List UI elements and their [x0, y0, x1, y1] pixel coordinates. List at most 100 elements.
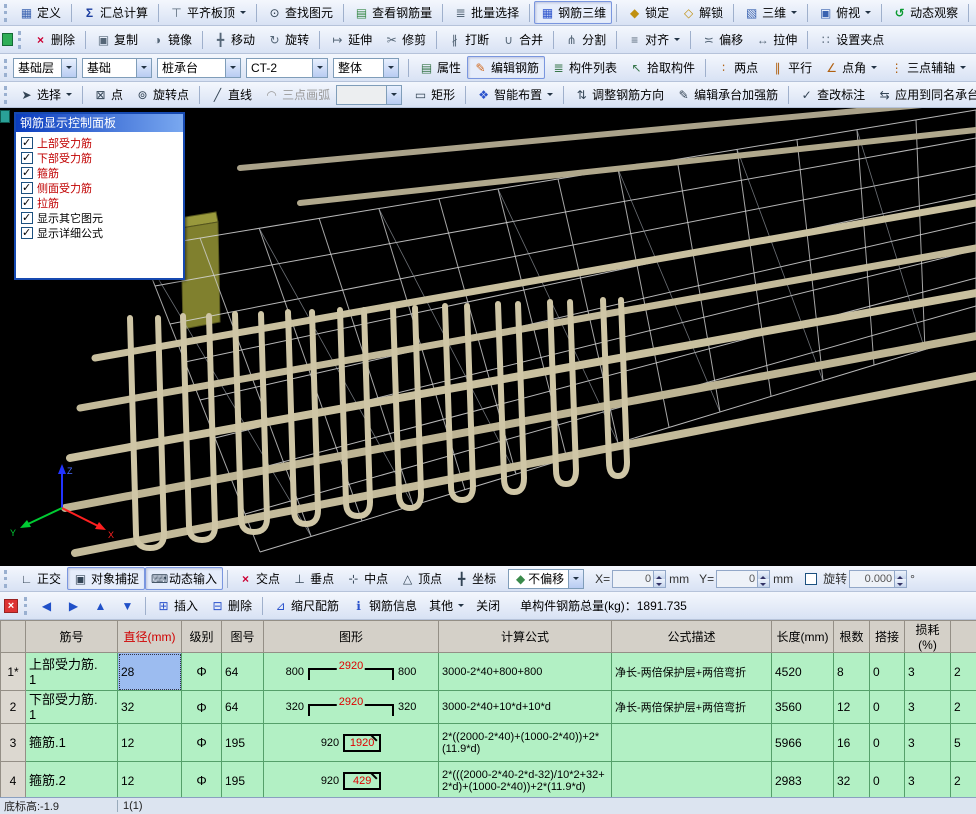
cell-graph[interactable]: 920 1920 920 1920 — [263, 723, 439, 762]
cell-length[interactable]: 2983 — [771, 761, 834, 797]
chevron-down-icon[interactable] — [61, 58, 76, 77]
toolbar-button[interactable]: 复制 — [90, 28, 144, 51]
cell-bar-name[interactable]: 箍筋.2 — [25, 761, 118, 797]
checkbox[interactable] — [21, 226, 33, 239]
toolbar-button[interactable]: 偏移 — [695, 28, 749, 51]
cell-bar-name[interactable]: 上部受力筋.1 — [25, 652, 118, 691]
edit-toolbar-button[interactable]: 钢筋信息 — [345, 594, 423, 617]
edit-toolbar-button[interactable]: 关闭 — [470, 594, 506, 617]
checkbox[interactable] — [21, 211, 33, 224]
toolbar-button[interactable]: 编辑钢筋 — [467, 56, 546, 79]
toolbar-grip[interactable] — [4, 85, 9, 104]
cell-diameter[interactable]: 28 — [117, 652, 182, 691]
rotate-spinner[interactable] — [894, 570, 907, 587]
table-row[interactable]: 2 下部受力筋.1 32 Φ 64 320 2920 320 3000-2*40… — [0, 690, 976, 724]
close-panel-button[interactable] — [4, 598, 18, 613]
toolbar-button[interactable]: 钢筋三维 — [534, 1, 613, 24]
toolbar-button[interactable]: 平行 — [764, 56, 818, 79]
cell-clipped[interactable]: 2 — [950, 761, 976, 797]
context-dropdown[interactable]: 桩承台 — [157, 57, 241, 78]
context-dropdown[interactable]: CT-2 — [246, 57, 328, 78]
toolbar-button[interactable]: 俯视 — [812, 1, 877, 24]
table-row[interactable]: 1* 上部受力筋.1 28 Φ 64 800 2920 800 3000-2*4… — [0, 652, 976, 691]
cell-qty[interactable]: 12 — [833, 690, 870, 724]
toolbar-button[interactable]: 应用到同名承台 — [871, 83, 976, 106]
toolbar-button[interactable]: 延伸 — [324, 28, 378, 51]
cell-loss[interactable]: 3 — [904, 723, 951, 762]
cell-loss[interactable]: 3 — [904, 761, 951, 797]
toolbar-button[interactable]: 设置夹点 — [812, 28, 890, 51]
snap-toggle-button[interactable]: 顶点 — [394, 567, 448, 590]
cell-clipped[interactable]: 5 — [950, 723, 976, 762]
nav-right-button[interactable] — [60, 596, 87, 616]
snap-toggle-button[interactable]: 正交 — [13, 567, 67, 590]
table-row[interactable]: 3 箍筋.1 12 Φ 195 920 1920 920 — [0, 723, 976, 762]
snap-toggle-button[interactable]: 对象捕捉 — [67, 567, 146, 590]
checkbox[interactable] — [21, 136, 33, 149]
toolbar-button[interactable]: 分割 — [558, 28, 612, 51]
panel-title[interactable]: 钢筋显示控制面板 — [16, 114, 183, 132]
cell-qty[interactable]: 32 — [833, 761, 870, 797]
toolbar-button[interactable]: 解锁 — [675, 1, 729, 24]
y-spinner[interactable] — [757, 570, 770, 587]
snap-toggle-button[interactable]: 坐标 — [448, 567, 502, 590]
cell-graph[interactable]: 920 429 920 429 — [263, 761, 439, 797]
row-number[interactable]: 2 — [0, 690, 26, 724]
toolbar-button[interactable]: 矩形 — [407, 83, 461, 106]
toolbar-button[interactable]: 属性 — [413, 56, 467, 79]
cell-loss[interactable]: 3 — [904, 690, 951, 724]
toolbar-grip[interactable] — [18, 30, 23, 49]
cell-desc[interactable] — [611, 761, 772, 797]
nav-down-button[interactable] — [114, 596, 141, 616]
cell-lap[interactable]: 0 — [869, 652, 905, 691]
snap-toggle-button[interactable]: 交点 — [232, 567, 286, 590]
toolbar-button[interactable]: 构件列表 — [545, 56, 623, 79]
cell-graph[interactable]: 800 2920 800 800 2920 — [263, 652, 439, 691]
toolbar-button[interactable]: 旋转 — [261, 28, 315, 51]
toolbar-grip[interactable] — [4, 569, 9, 588]
toolbar-button[interactable]: 移动 — [207, 28, 261, 51]
context-dropdown[interactable]: 整体 — [333, 57, 399, 78]
toolbar-button[interactable]: 修剪 — [378, 28, 432, 51]
edit-toolbar-button[interactable]: 删除 — [204, 594, 258, 617]
y-input[interactable]: 0 — [716, 569, 771, 588]
cell-formula[interactable]: 3000-2*40+800+800 — [438, 652, 612, 691]
toolbar-button[interactable]: 调整钢筋方向 — [568, 83, 670, 106]
cell-length[interactable]: 5966 — [771, 723, 834, 762]
rotate-input[interactable]: 0.000 — [849, 569, 908, 588]
checkbox[interactable] — [21, 196, 33, 209]
cell-desc[interactable]: 净长-两倍保护层+两倍弯折 — [611, 690, 772, 724]
chevron-down-icon[interactable] — [136, 58, 151, 77]
offset-mode-dropdown[interactable]: 不偏移 — [508, 568, 585, 589]
toolbar-button[interactable]: 拉伸 — [749, 28, 803, 51]
toolbar-grip[interactable] — [4, 58, 9, 77]
toolbar-button[interactable]: 选择 — [13, 83, 78, 106]
toolbar-button[interactable]: 批量选择 — [447, 1, 525, 24]
edit-toolbar-button[interactable]: 插入 — [150, 594, 204, 617]
cell-diameter[interactable]: 12 — [117, 723, 182, 762]
snap-toggle-button[interactable]: 动态输入 — [145, 567, 224, 590]
cell-qty[interactable]: 16 — [833, 723, 870, 762]
cell-graph[interactable]: 320 2920 320 320 2920 — [263, 690, 439, 724]
row-number[interactable]: 3 — [0, 723, 26, 762]
toolbar-button[interactable]: 智能布置 — [470, 83, 559, 106]
snap-toggle-button[interactable]: 中点 — [340, 567, 394, 590]
cell-figure-no[interactable]: 195 — [221, 723, 264, 762]
cell-figure-no[interactable]: 195 — [221, 761, 264, 797]
cell-formula[interactable]: 2*(((2000-2*40-2*d-32)/10*2+32+2*d)+(100… — [438, 761, 612, 797]
cell-figure-no[interactable]: 64 — [221, 690, 264, 724]
toolbar-button[interactable]: 删除 — [27, 28, 81, 51]
cell-level[interactable]: Φ — [181, 761, 222, 797]
toolbar-button[interactable]: 两点 — [710, 56, 764, 79]
cell-lap[interactable]: 0 — [869, 690, 905, 724]
toolbar-button[interactable]: 三点画弧 — [258, 83, 336, 106]
toolbar-button[interactable]: 对齐 — [621, 28, 686, 51]
chevron-down-icon[interactable] — [383, 58, 398, 77]
toolbar-button[interactable]: 锁定 — [621, 1, 675, 24]
context-dropdown[interactable]: 基础层 — [13, 57, 77, 78]
nav-up-button[interactable] — [87, 596, 114, 616]
snap-toggle-button[interactable]: 垂点 — [286, 567, 340, 590]
toolbar-button[interactable]: 拾取构件 — [623, 56, 701, 79]
cell-diameter[interactable]: 32 — [117, 690, 182, 724]
toolbar-button[interactable]: 旋转点 — [129, 83, 195, 106]
